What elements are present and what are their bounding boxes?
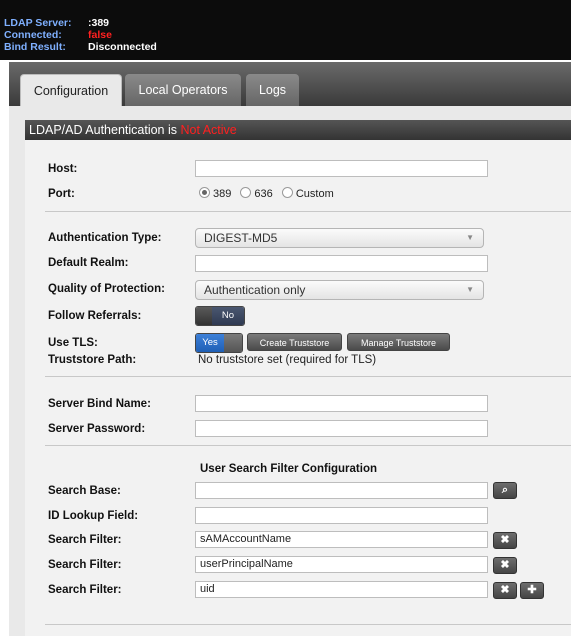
search-filter-label: Search Filter: xyxy=(48,534,122,546)
bind-name-label: Server Bind Name: xyxy=(48,398,151,410)
port-option-custom[interactable]: Custom xyxy=(281,187,334,200)
qop-select[interactable]: Authentication only ▼ xyxy=(195,280,484,300)
host-input[interactable] xyxy=(195,160,488,177)
divider xyxy=(45,624,571,625)
follow-referrals-label: Follow Referrals: xyxy=(48,310,142,322)
remove-icon: ✖ xyxy=(500,559,510,571)
host-label: Host: xyxy=(48,163,78,175)
server-value: :389 xyxy=(88,17,110,29)
auth-status-header: LDAP/AD Authentication is Not Active xyxy=(25,120,571,140)
search-filter-input[interactable]: uid xyxy=(195,581,488,598)
truststore-path-label: Truststore Path: xyxy=(48,354,137,366)
server-label: LDAP Server: xyxy=(4,17,72,29)
qop-label: Quality of Protection: xyxy=(48,283,165,295)
chevron-down-icon: ▼ xyxy=(466,233,474,242)
tab-logs[interactable]: Logs xyxy=(246,74,299,106)
toggle-off-segment xyxy=(224,334,242,352)
search-icon: ⌕ xyxy=(501,484,509,496)
connected-value: false xyxy=(88,29,112,41)
status-bar: LDAP Server: :389 Connected: false Bind Re… xyxy=(0,0,571,60)
auth-type-select[interactable]: DIGEST-MD5 ▼ xyxy=(195,228,484,248)
search-filter-label: Search Filter: xyxy=(48,584,122,596)
connected-label: Connected: xyxy=(4,29,62,41)
bind-result-value: Disconnected xyxy=(88,41,157,53)
search-filter-label: Search Filter: xyxy=(48,559,122,571)
status-connected-row: Connected: false xyxy=(4,29,112,41)
add-icon: ✚ xyxy=(527,584,537,596)
id-lookup-input[interactable] xyxy=(195,507,488,524)
status-server-row: LDAP Server: :389 xyxy=(4,17,109,29)
tab-configuration[interactable]: Configuration xyxy=(20,74,122,107)
radio-389[interactable] xyxy=(199,187,210,198)
form-body: Host: Port: 389 636 Custom Authenticatio… xyxy=(25,140,571,636)
toggle-yes-label: Yes xyxy=(196,334,224,352)
port-label: Port: xyxy=(48,188,75,200)
bind-result-label: Bind Result: xyxy=(4,41,66,53)
status-bind-row: Bind Result: Disconnected xyxy=(4,41,157,53)
use-tls-label: Use TLS: xyxy=(48,337,98,349)
divider xyxy=(45,376,571,377)
configuration-panel: LDAP/AD Authentication is Not Active Hos… xyxy=(9,106,571,636)
auth-type-label: Authentication Type: xyxy=(48,232,162,244)
tab-local-operators[interactable]: Local Operators xyxy=(125,74,241,106)
remove-filter-button[interactable]: ✖ xyxy=(493,557,517,574)
bind-name-input[interactable] xyxy=(195,395,488,412)
truststore-path-value: No truststore set (required for TLS) xyxy=(198,354,377,366)
divider xyxy=(45,211,571,212)
port-389-label: 389 xyxy=(213,188,232,200)
search-base-input[interactable] xyxy=(195,482,488,499)
remove-filter-button[interactable]: ✖ xyxy=(493,532,517,549)
auth-type-value: DIGEST-MD5 xyxy=(204,231,278,245)
search-filter-input[interactable]: userPrincipalName xyxy=(195,556,488,573)
auth-status-value: Not Active xyxy=(180,123,237,137)
add-filter-button[interactable]: ✚ xyxy=(520,582,544,599)
qop-value: Authentication only xyxy=(204,283,306,297)
port-option-389[interactable]: 389 xyxy=(199,187,232,200)
divider xyxy=(45,445,571,446)
toggle-no-label: No xyxy=(212,307,244,325)
realm-input[interactable] xyxy=(195,255,488,272)
use-tls-toggle[interactable]: Yes xyxy=(195,333,243,353)
port-636-label: 636 xyxy=(254,188,273,200)
toggle-off-segment xyxy=(196,307,212,325)
create-truststore-button[interactable]: Create Truststore xyxy=(247,333,342,351)
port-radio-group: 389 636 Custom xyxy=(199,187,340,200)
remove-icon: ✖ xyxy=(500,584,510,596)
search-filter-input[interactable]: sAMAccountName xyxy=(195,531,488,548)
auth-status-prefix: LDAP/AD Authentication is xyxy=(29,123,181,137)
id-lookup-label: ID Lookup Field: xyxy=(48,510,139,522)
chevron-down-icon: ▼ xyxy=(466,285,474,294)
radio-636[interactable] xyxy=(240,187,252,198)
password-label: Server Password: xyxy=(48,423,146,435)
search-base-label: Search Base: xyxy=(48,485,121,497)
realm-label: Default Realm: xyxy=(48,257,129,269)
port-option-636[interactable]: 636 xyxy=(240,187,273,200)
manage-truststore-button[interactable]: Manage Truststore xyxy=(347,333,450,351)
search-base-browse-button[interactable]: ⌕ xyxy=(493,482,517,499)
port-custom-label: Custom xyxy=(295,188,334,200)
search-filter-section-title: User Search Filter Configuration xyxy=(200,463,378,475)
password-input[interactable] xyxy=(195,420,488,437)
remove-filter-button[interactable]: ✖ xyxy=(493,582,517,599)
radio-custom[interactable] xyxy=(281,187,293,198)
follow-referrals-toggle[interactable]: No xyxy=(195,306,245,326)
remove-icon: ✖ xyxy=(500,534,510,546)
tab-bar: Configuration Local Operators Logs xyxy=(9,62,571,107)
